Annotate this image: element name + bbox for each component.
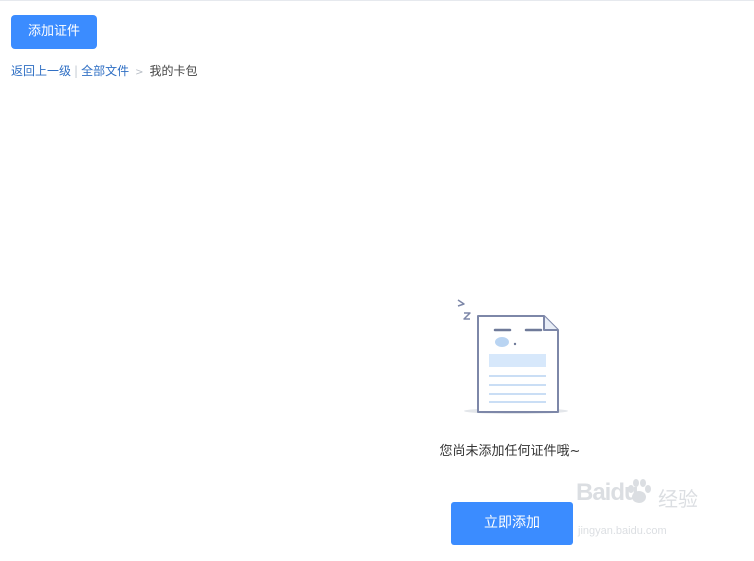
empty-state-message: 您尚未添加任何证件哦~ [439, 444, 581, 459]
baidu-jingyan-watermark: Baidu 经验 jingyan.baidu.com [576, 479, 716, 549]
card-wallet-page: 添加证件 返回上一级 | 全部文件 > 我的卡包 您尚未添加任何证件哦~ 立即添… [0, 0, 754, 561]
breadcrumb-current: 我的卡包 [149, 64, 198, 78]
add-now-button[interactable]: 立即添加 [451, 502, 573, 545]
breadcrumb: 返回上一级 | 全部文件 > 我的卡包 [11, 62, 197, 82]
sleeping-document-icon [452, 296, 572, 416]
add-certificate-button[interactable]: 添加证件 [11, 15, 97, 49]
back-link[interactable]: 返回上一级 [11, 64, 71, 78]
watermark-brand-suffix: 经验 [658, 487, 698, 511]
breadcrumb-arrow-icon: > [135, 67, 144, 78]
all-files-link[interactable]: 全部文件 [81, 64, 129, 78]
breadcrumb-separator: | [74, 64, 79, 78]
paw-icon [628, 479, 651, 503]
watermark-url: jingyan.baidu.com [578, 525, 667, 537]
